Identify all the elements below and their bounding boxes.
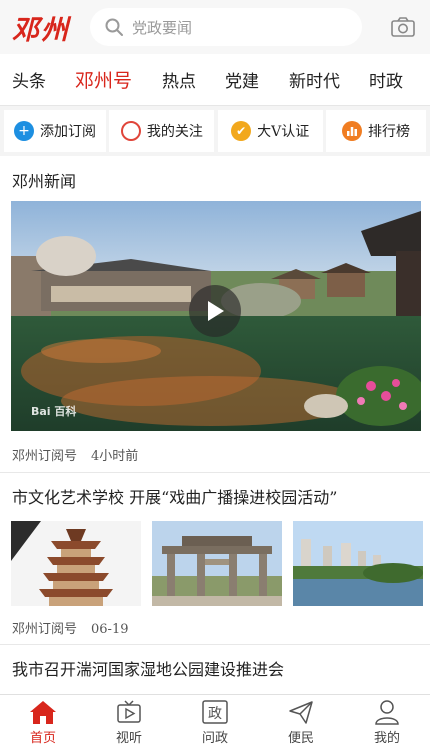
section-title: 邓州新闻 [12,172,77,191]
article-thumbnails[interactable] [11,521,423,606]
tab-new-era[interactable]: 新时代 [289,67,340,92]
channel-tabs: 头条 邓州号 热点 党建 新时代 时政 [0,54,430,106]
quick-actions: + 添加订阅 我的关注 ✔ 大V认证 排行榜 [0,106,430,156]
nav-label-home: 首页 [29,731,56,746]
nav-label-profile: 我的 [373,731,400,746]
video-meta: 邓州订阅号 4小时前 [12,445,138,464]
video-thumbnail[interactable]: Bai 百科 [11,201,421,431]
tab-hot[interactable]: 热点 [162,67,196,92]
tab-party-building[interactable]: 党建 [225,67,259,92]
nav-label-services: 便民 [287,731,314,746]
video-time: 4小时前 [91,449,139,464]
tab-politics[interactable]: 时政 [369,67,403,92]
v-badge-icon: ✔ [231,121,252,141]
watermark: Bai 百科 [31,405,77,418]
video-source: 邓州订阅号 [12,449,78,464]
zheng-icon: 政 [202,700,228,724]
plus-icon: + [14,121,34,141]
big-v-certification-label: 大V认证 [257,124,310,140]
article-title[interactable]: 市文化艺术学校 开展“戏曲广播操进校园活动” [12,484,337,508]
my-follows-button[interactable]: 我的关注 [109,110,215,152]
user-icon [375,700,399,725]
play-icon [208,301,224,321]
tab-headlines[interactable]: 头条 [12,67,46,92]
ranking-label: 排行榜 [367,124,410,140]
circle-icon [120,121,141,141]
add-subscription-label: 添加订阅 [40,124,96,140]
nav-home[interactable]: 首页 [8,699,78,746]
article-source: 邓州订阅号 [12,622,78,637]
divider [0,472,430,473]
divider [0,644,430,645]
camera-icon[interactable] [390,14,416,40]
bottom-navigation: 首页 视听 政 问政 便民 我的 [0,694,430,750]
nav-governance[interactable]: 政 问政 [180,699,250,746]
app-root: 邓州 党政要闻 头条 邓州号 热点 党建 新时代 时政 + 添加订阅 我的关注 … [0,0,430,750]
article-meta: 邓州订阅号 06-19 [12,618,129,637]
city-lake-thumbnail [293,521,423,606]
add-subscription-button[interactable]: + 添加订阅 [4,110,106,152]
news-feed: 邓州新闻 Bai 百科 邓州订阅号 4小时前 市文化艺术学校 开展“戏曲广播操进… [0,156,430,694]
header: 邓州 党政要闻 [0,0,430,54]
app-logo[interactable]: 邓州 [0,0,82,54]
svg-text:政: 政 [208,706,222,722]
send-icon [289,701,313,724]
nav-services[interactable]: 便民 [266,699,336,746]
nav-label-media: 视听 [115,731,142,746]
bar-chart-icon [341,121,362,141]
search-placeholder: 党政要闻 [132,18,193,37]
article-title[interactable]: 我市召开湍河国家湿地公园建设推进会 [12,656,284,680]
tab-dengzhou-hao[interactable]: 邓州号 [75,66,132,93]
article-time: 06-19 [91,622,129,637]
ranking-button[interactable]: 排行榜 [325,110,426,152]
big-v-certification-button[interactable]: ✔ 大V认证 [217,110,323,152]
play-button[interactable] [189,285,241,337]
my-follows-label: 我的关注 [146,124,203,140]
tv-icon [117,700,141,723]
pagoda-thumbnail [11,521,141,606]
nav-label-governance: 问政 [201,731,228,746]
archway-thumbnail [152,521,282,606]
nav-profile[interactable]: 我的 [352,699,422,746]
nav-media[interactable]: 视听 [94,699,164,746]
search-icon [105,18,123,36]
search-bar[interactable]: 党政要闻 [90,8,362,46]
home-icon [30,701,56,724]
